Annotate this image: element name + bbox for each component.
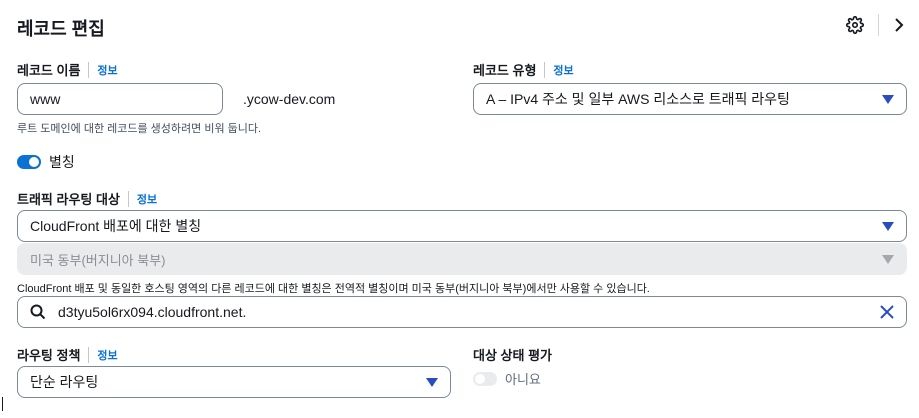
caret-down-icon bbox=[882, 94, 894, 104]
caret-down-icon bbox=[882, 254, 894, 264]
gear-icon[interactable] bbox=[846, 16, 864, 34]
record-name-value: www bbox=[30, 91, 61, 107]
record-type-label-group: 레코드 유형 정보 bbox=[473, 60, 574, 79]
routing-policy-label-group: 라우팅 정책 정보 bbox=[17, 345, 118, 364]
record-type-info-link[interactable]: 정보 bbox=[553, 62, 573, 78]
health-eval-value: 아니요 bbox=[505, 372, 541, 387]
traffic-target-label: 트래픽 라우팅 대상 bbox=[17, 192, 120, 207]
caret-down-icon bbox=[882, 221, 894, 231]
traffic-target-hint: CloudFront 배포 및 동일한 호스팅 영역의 다른 레코드에 대한 별… bbox=[17, 283, 650, 295]
search-icon bbox=[30, 304, 46, 320]
record-name-info-link[interactable]: 정보 bbox=[97, 62, 117, 78]
record-type-select[interactable]: A – IPv4 주소 및 일부 AWS 리소스로 트래픽 라우팅 bbox=[473, 83, 907, 115]
region-value: 미국 동부(버지니아 북부) bbox=[30, 252, 166, 268]
header-actions bbox=[846, 14, 905, 36]
health-eval-label: 대상 상태 평가 bbox=[473, 348, 552, 363]
domain-suffix: .ycow-dev.com bbox=[243, 91, 336, 107]
routing-policy-label: 라우팅 정책 bbox=[17, 348, 81, 363]
label-divider bbox=[88, 346, 90, 363]
cloudfront-search-input[interactable]: d3tyu5ol6rx094.cloudfront.net. bbox=[17, 296, 907, 328]
endpoint-select[interactable]: CloudFront 배포에 대한 별칭 bbox=[17, 210, 907, 242]
routing-policy-value: 단순 라우팅 bbox=[30, 374, 99, 390]
label-divider bbox=[88, 61, 90, 78]
traffic-target-label-group: 트래픽 라우팅 대상 정보 bbox=[17, 189, 157, 208]
routing-policy-select[interactable]: 단순 라우팅 bbox=[17, 366, 451, 398]
alias-label: 별칭 bbox=[49, 154, 75, 170]
record-name-input[interactable]: www bbox=[17, 83, 223, 115]
text-cursor bbox=[2, 397, 3, 411]
record-name-label-group: 레코드 이름 정보 bbox=[17, 60, 118, 79]
region-select: 미국 동부(버지니아 북부) bbox=[17, 243, 907, 275]
health-eval-toggle[interactable] bbox=[473, 371, 497, 386]
label-divider bbox=[544, 61, 546, 78]
health-eval-toggle-row: 아니요 bbox=[473, 369, 541, 388]
clear-icon[interactable] bbox=[880, 305, 894, 319]
traffic-target-info-link[interactable]: 정보 bbox=[137, 191, 157, 207]
record-name-label: 레코드 이름 bbox=[17, 63, 81, 78]
header-divider bbox=[878, 14, 879, 36]
chevron-right-icon[interactable] bbox=[893, 17, 905, 33]
record-type-label: 레코드 유형 bbox=[473, 63, 537, 78]
record-type-value: A – IPv4 주소 및 일부 AWS 리소스로 트래픽 라우팅 bbox=[486, 91, 790, 107]
caret-down-icon bbox=[426, 377, 438, 387]
endpoint-value: CloudFront 배포에 대한 별칭 bbox=[30, 218, 202, 234]
label-divider bbox=[127, 190, 129, 207]
alias-toggle[interactable] bbox=[17, 155, 41, 169]
page-title: 레코드 편집 bbox=[17, 19, 105, 39]
alias-toggle-row: 별칭 bbox=[17, 152, 75, 172]
search-value: d3tyu5ol6rx094.cloudfront.net. bbox=[58, 304, 247, 320]
record-name-hint: 루트 도메인에 대한 레코드를 생성하려면 비워 둡니다. bbox=[17, 123, 262, 135]
routing-policy-info-link[interactable]: 정보 bbox=[97, 347, 117, 363]
